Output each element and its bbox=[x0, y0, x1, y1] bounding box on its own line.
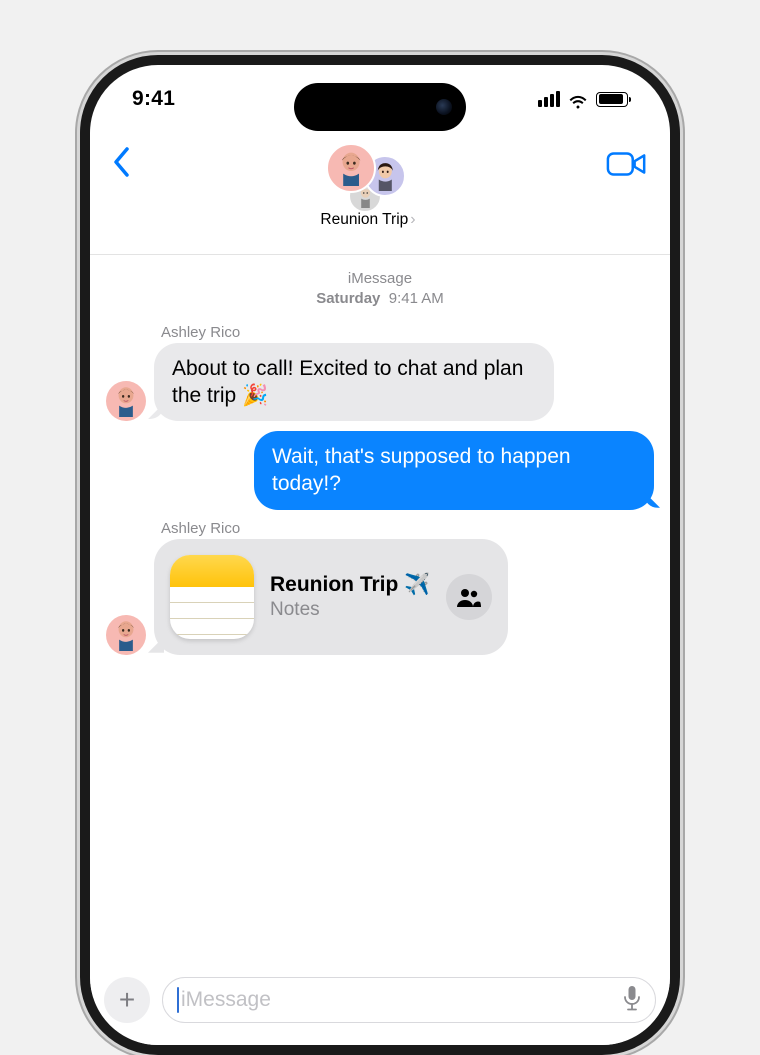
group-avatar-cluster bbox=[322, 143, 414, 209]
message-row: Wait, that's supposed to happen today!? bbox=[106, 431, 654, 510]
thread-meta: iMessage Saturday 9:41 AM bbox=[106, 269, 654, 310]
collaboration-icon[interactable] bbox=[446, 574, 492, 620]
contact-avatar[interactable] bbox=[106, 615, 146, 655]
wifi-icon bbox=[567, 91, 589, 107]
message-bubble-outgoing[interactable]: Wait, that's supposed to happen today!? bbox=[254, 431, 654, 510]
notes-attachment[interactable]: Reunion Trip ✈️ Notes bbox=[154, 539, 508, 655]
input-placeholder: iMessage bbox=[181, 988, 271, 1012]
facetime-button[interactable] bbox=[606, 143, 648, 184]
contact-avatar[interactable] bbox=[106, 381, 146, 421]
battery-icon bbox=[596, 92, 628, 107]
attachment-title: Reunion Trip ✈️ bbox=[270, 573, 430, 597]
contact-avatar bbox=[326, 143, 376, 193]
dynamic-island bbox=[294, 83, 466, 131]
sender-label: Ashley Rico bbox=[161, 520, 654, 537]
message-row: About to call! Excited to chat and plan … bbox=[106, 343, 654, 422]
status-time: 9:41 bbox=[132, 87, 175, 111]
group-info-button[interactable]: Reunion Trip › bbox=[320, 143, 415, 229]
message-composer: + iMessage bbox=[90, 977, 670, 1045]
message-input[interactable]: iMessage bbox=[162, 977, 656, 1023]
message-row: Reunion Trip ✈️ Notes bbox=[106, 539, 654, 655]
text-caret bbox=[177, 987, 179, 1013]
timestamp-day: Saturday bbox=[316, 290, 380, 307]
sender-label: Ashley Rico bbox=[161, 324, 654, 341]
apps-button[interactable]: + bbox=[104, 977, 150, 1023]
attachment-app-label: Notes bbox=[270, 599, 430, 621]
conversation-header: Reunion Trip › bbox=[90, 135, 670, 255]
cellular-signal-icon bbox=[538, 91, 560, 107]
service-label: iMessage bbox=[106, 269, 654, 289]
message-bubble-incoming[interactable]: About to call! Excited to chat and plan … bbox=[154, 343, 554, 422]
notes-app-icon bbox=[170, 555, 254, 639]
timestamp-time: 9:41 AM bbox=[389, 290, 444, 307]
dictation-button[interactable] bbox=[623, 985, 641, 1016]
iphone-frame: 9:41 Reunion Trip › bbox=[80, 55, 680, 1055]
group-name-label: Reunion Trip bbox=[320, 211, 408, 229]
message-thread[interactable]: iMessage Saturday 9:41 AM Ashley Rico Ab… bbox=[90, 257, 670, 961]
chevron-right-icon: › bbox=[410, 211, 415, 229]
back-button[interactable] bbox=[112, 143, 130, 185]
